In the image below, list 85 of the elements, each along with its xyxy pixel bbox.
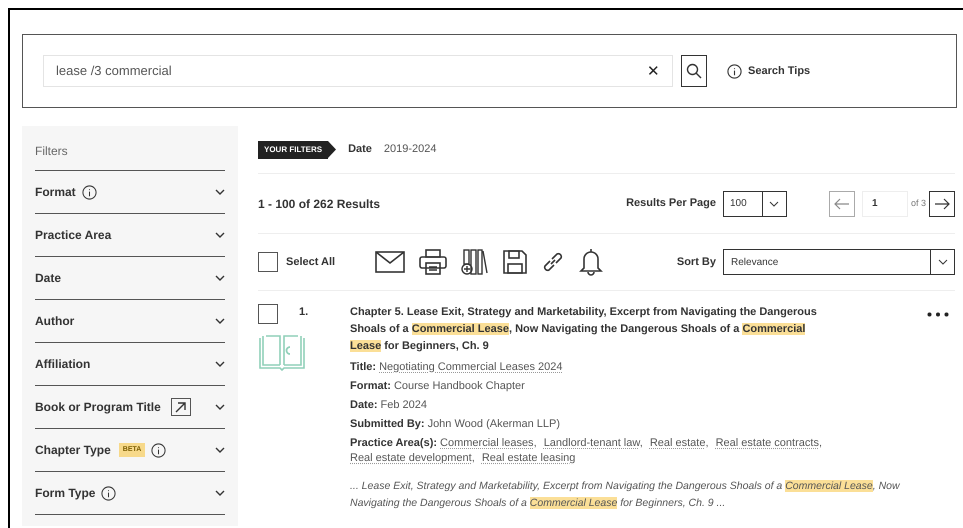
field-value: Course Handbook Chapter <box>394 380 525 392</box>
previous-page-button[interactable] <box>828 190 855 216</box>
results-per-page-label: Results Per Page <box>626 196 716 212</box>
info-icon[interactable] <box>82 184 97 200</box>
practice-area-link[interactable]: Real estate <box>650 437 706 449</box>
sort-by-label: Sort By <box>676 254 716 270</box>
chevron-down-icon <box>215 232 225 238</box>
arrow-right-icon <box>934 198 950 210</box>
select-all-label: Select All <box>286 254 336 270</box>
chevron-down-icon <box>215 275 225 281</box>
filter-name: Date <box>348 142 372 158</box>
filters-heading: Filters <box>35 142 225 171</box>
sort-value: Relevance <box>730 256 780 270</box>
filter-item[interactable]: Practice Area <box>35 214 225 257</box>
list-separator: , <box>818 437 822 449</box>
filter-label: Date <box>35 270 62 287</box>
page-total: of 3 <box>910 196 926 210</box>
chevron-down-icon <box>215 490 225 496</box>
filter-item[interactable]: Form Type <box>35 472 225 515</box>
filter-label: Affiliation <box>35 356 90 373</box>
search-query: lease /3 commercial <box>56 62 173 80</box>
practice-area-link[interactable]: Commercial leases <box>440 437 534 449</box>
list-separator: , <box>705 437 709 449</box>
filter-value: 2019-2024 <box>384 142 437 158</box>
add-to-library-icon[interactable] <box>461 249 490 275</box>
filter-label: Book or Program Title <box>35 399 161 416</box>
search-tips-link[interactable]: Search Tips <box>748 62 810 80</box>
result-snippet: ... Lease Exit, Strategy and Marketability, Excerpt from Navigating the Dangerous Shoals of a Commercial Lease, Now Navigating the Dangerous Shoals of a Commercial Lease for Beginners, Ch. 9 ... <box>350 479 900 511</box>
search-icon <box>686 63 702 79</box>
practice-area-link[interactable]: Landlord-tenant law <box>544 437 640 449</box>
result-checkbox[interactable] <box>258 304 278 324</box>
info-icon[interactable] <box>101 486 116 500</box>
field-label: Submitted By: <box>350 418 425 430</box>
external-link-icon[interactable] <box>170 398 191 416</box>
practice-area-link[interactable]: Real estate development <box>350 452 472 464</box>
filter-label: Form Type <box>35 485 96 502</box>
sort-select[interactable]: Relevance <box>723 249 955 275</box>
filter-item[interactable]: Date <box>35 257 225 300</box>
per-page-select[interactable]: 100 <box>722 190 787 216</box>
tag-arrow-icon <box>328 141 336 158</box>
chevron-down-icon <box>215 404 225 410</box>
chevron-down-icon <box>769 200 780 206</box>
page-field[interactable]: 1 <box>862 190 908 216</box>
filter-item[interactable]: Affiliation <box>35 343 225 386</box>
print-icon[interactable] <box>419 249 448 275</box>
more-options-icon[interactable] <box>927 312 949 317</box>
chevron-down-icon <box>215 361 225 367</box>
list-separator: , <box>534 437 537 449</box>
page-number: 1 <box>872 197 878 211</box>
per-page-value: 100 <box>728 197 748 211</box>
chevron-down-icon <box>215 189 225 195</box>
field-label: Practice Area(s): <box>350 437 438 449</box>
info-icon <box>727 64 742 78</box>
list-separator: , <box>472 452 475 464</box>
practice-area-link[interactable]: Real estate contracts <box>716 437 819 449</box>
book-icon <box>258 334 306 372</box>
title-link[interactable]: Negotiating Commercial Leases 2024 <box>379 361 563 373</box>
result-number: 1. <box>299 305 308 320</box>
field-label: Title: <box>350 361 376 373</box>
chevron-down-icon <box>215 318 225 324</box>
field-label: Format: <box>350 380 391 392</box>
filter-label: Practice Area <box>35 227 112 244</box>
search-button[interactable] <box>681 55 707 87</box>
arrow-left-icon <box>834 198 850 210</box>
chevron-down-icon <box>938 259 948 265</box>
results-count: 1 - 100 of 262 Results <box>258 196 382 212</box>
email-icon[interactable] <box>375 251 406 273</box>
info-icon[interactable] <box>151 442 166 458</box>
chevron-down-icon <box>215 447 225 453</box>
practice-area-link[interactable]: Real estate leasing <box>482 452 576 464</box>
search-field[interactable]: lease /3 commercial ✕ <box>43 55 673 87</box>
filter-item[interactable]: Author <box>35 300 225 343</box>
field-label: Date: <box>350 399 378 411</box>
save-icon[interactable] <box>503 250 528 274</box>
filter-label: Author <box>35 313 74 330</box>
filter-item[interactable]: Book or Program Title <box>35 386 225 429</box>
filter-label: Format <box>35 184 76 201</box>
list-separator: , <box>640 437 643 449</box>
field-value: Feb 2024 <box>380 399 427 411</box>
filter-item[interactable]: Format <box>35 171 225 214</box>
select-all-checkbox[interactable] <box>258 252 278 272</box>
filter-label: Chapter Type <box>35 442 111 459</box>
next-page-button[interactable] <box>929 190 955 216</box>
field-value: John Wood (Akerman LLP) <box>428 418 560 430</box>
bell-icon[interactable] <box>579 248 604 276</box>
